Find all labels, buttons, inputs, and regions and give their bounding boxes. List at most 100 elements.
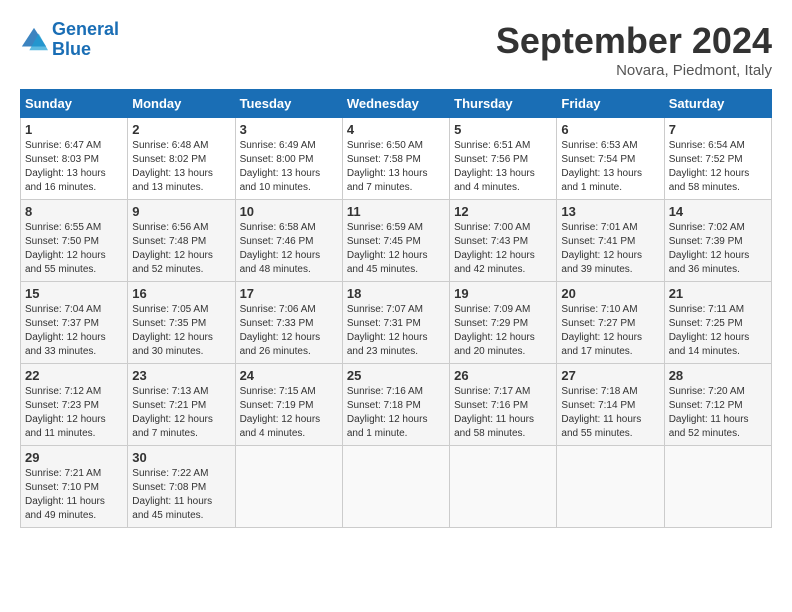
- table-row: [342, 446, 449, 528]
- day-info: Sunrise: 7:18 AMSunset: 7:14 PMDaylight:…: [561, 386, 641, 439]
- table-row: 5 Sunrise: 6:51 AMSunset: 7:56 PMDaylight…: [450, 118, 557, 200]
- calendar-week-2: 8 Sunrise: 6:55 AMSunset: 7:50 PMDaylight…: [21, 200, 772, 282]
- table-row: 22Sunrise: 7:12 AMSunset: 7:23 PMDayligh…: [21, 364, 128, 446]
- day-info: Sunrise: 7:07 AMSunset: 7:31 PMDaylight:…: [347, 304, 428, 357]
- table-row: 6 Sunrise: 6:53 AMSunset: 7:54 PMDaylight…: [557, 118, 664, 200]
- table-row: 15Sunrise: 7:04 AMSunset: 7:37 PMDayligh…: [21, 282, 128, 364]
- day-info: Sunrise: 7:09 AMSunset: 7:29 PMDaylight:…: [454, 304, 535, 357]
- table-row: 21 Sunrise: 7:11 AMSunset: 7:25 PMDayligh…: [664, 282, 771, 364]
- calendar-title: September 2024: [496, 20, 772, 62]
- table-row: [557, 446, 664, 528]
- calendar-body: 1 Sunrise: 6:47 AMSunset: 8:03 PMDaylight…: [21, 118, 772, 528]
- table-row: 30 Sunrise: 7:22 AMSunset: 7:08 PMDayligh…: [128, 446, 235, 528]
- title-area: September 2024 Novara, Piedmont, Italy: [496, 20, 772, 79]
- table-row: 3Sunrise: 6:49 AMSunset: 8:00 PMDaylight…: [235, 118, 342, 200]
- table-row: 9 Sunrise: 6:56 AMSunset: 7:48 PMDaylight…: [128, 200, 235, 282]
- table-row: [450, 446, 557, 528]
- table-row: 26 Sunrise: 7:17 AMSunset: 7:16 PMDayligh…: [450, 364, 557, 446]
- day-number: 13: [561, 204, 659, 219]
- logo-text: General Blue: [52, 20, 119, 60]
- table-row: 10 Sunrise: 6:58 AMSunset: 7:46 PMDayligh…: [235, 200, 342, 282]
- table-row: 16 Sunrise: 7:05 AMSunset: 7:35 PMDayligh…: [128, 282, 235, 364]
- day-number: 10: [240, 204, 338, 219]
- day-info: Sunrise: 6:53 AMSunset: 7:54 PMDaylight:…: [561, 140, 642, 193]
- header-tuesday: Tuesday: [235, 90, 342, 118]
- table-row: 28 Sunrise: 7:20 AMSunset: 7:12 PMDayligh…: [664, 364, 771, 446]
- table-row: 27 Sunrise: 7:18 AMSunset: 7:14 PMDayligh…: [557, 364, 664, 446]
- day-number: 28: [669, 368, 767, 383]
- day-info: Sunrise: 7:22 AMSunset: 7:08 PMDaylight:…: [132, 468, 212, 521]
- table-row: 17Sunrise: 7:06 AMSunset: 7:33 PMDayligh…: [235, 282, 342, 364]
- day-info: Sunrise: 7:02 AMSunset: 7:39 PMDaylight:…: [669, 222, 750, 275]
- day-info: Sunrise: 6:56 AMSunset: 7:48 PMDaylight:…: [132, 222, 213, 275]
- table-row: 24Sunrise: 7:15 AMSunset: 7:19 PMDayligh…: [235, 364, 342, 446]
- day-number: 25: [347, 368, 445, 383]
- calendar-table: Sunday Monday Tuesday Wednesday Thursday…: [20, 89, 772, 528]
- day-info: Sunrise: 7:00 AMSunset: 7:43 PMDaylight:…: [454, 222, 535, 275]
- day-info: Sunrise: 7:05 AMSunset: 7:35 PMDaylight:…: [132, 304, 213, 357]
- day-info: Sunrise: 6:48 AMSunset: 8:02 PMDaylight:…: [132, 140, 213, 193]
- table-row: 23 Sunrise: 7:13 AMSunset: 7:21 PMDayligh…: [128, 364, 235, 446]
- day-number: 18: [347, 286, 445, 301]
- day-number: 23: [132, 368, 230, 383]
- day-number: 29: [25, 450, 123, 465]
- day-number: 30: [132, 450, 230, 465]
- day-info: Sunrise: 7:11 AMSunset: 7:25 PMDaylight:…: [669, 304, 750, 357]
- calendar-week-3: 15Sunrise: 7:04 AMSunset: 7:37 PMDayligh…: [21, 282, 772, 364]
- calendar-week-5: 29 Sunrise: 7:21 AMSunset: 7:10 PMDayligh…: [21, 446, 772, 528]
- day-number: 19: [454, 286, 552, 301]
- day-info: Sunrise: 7:15 AMSunset: 7:19 PMDaylight:…: [240, 386, 321, 439]
- table-row: 13 Sunrise: 7:01 AMSunset: 7:41 PMDayligh…: [557, 200, 664, 282]
- day-info: Sunrise: 7:04 AMSunset: 7:37 PMDaylight:…: [25, 304, 106, 357]
- day-number: 27: [561, 368, 659, 383]
- table-row: 8 Sunrise: 6:55 AMSunset: 7:50 PMDaylight…: [21, 200, 128, 282]
- calendar-subtitle: Novara, Piedmont, Italy: [496, 62, 772, 79]
- calendar-week-4: 22Sunrise: 7:12 AMSunset: 7:23 PMDayligh…: [21, 364, 772, 446]
- day-info: Sunrise: 7:12 AMSunset: 7:23 PMDaylight:…: [25, 386, 106, 439]
- header-thursday: Thursday: [450, 90, 557, 118]
- header: General Blue September 2024 Novara, Pied…: [20, 20, 772, 79]
- day-info: Sunrise: 7:10 AMSunset: 7:27 PMDaylight:…: [561, 304, 642, 357]
- day-info: Sunrise: 6:58 AMSunset: 7:46 PMDaylight:…: [240, 222, 321, 275]
- table-row: 20Sunrise: 7:10 AMSunset: 7:27 PMDayligh…: [557, 282, 664, 364]
- day-info: Sunrise: 6:47 AMSunset: 8:03 PMDaylight:…: [25, 140, 106, 193]
- day-info: Sunrise: 7:13 AMSunset: 7:21 PMDaylight:…: [132, 386, 213, 439]
- table-row: 7 Sunrise: 6:54 AMSunset: 7:52 PMDaylight…: [664, 118, 771, 200]
- day-number: 8: [25, 204, 123, 219]
- day-number: 7: [669, 122, 767, 137]
- day-info: Sunrise: 7:21 AMSunset: 7:10 PMDaylight:…: [25, 468, 105, 521]
- day-info: Sunrise: 7:16 AMSunset: 7:18 PMDaylight:…: [347, 386, 428, 439]
- day-number: 12: [454, 204, 552, 219]
- day-info: Sunrise: 7:20 AMSunset: 7:12 PMDaylight:…: [669, 386, 749, 439]
- header-friday: Friday: [557, 90, 664, 118]
- table-row: 1 Sunrise: 6:47 AMSunset: 8:03 PMDaylight…: [21, 118, 128, 200]
- day-number: 2: [132, 122, 230, 137]
- day-number: 16: [132, 286, 230, 301]
- day-info: Sunrise: 6:51 AMSunset: 7:56 PMDaylight:…: [454, 140, 535, 193]
- day-number: 1: [25, 122, 123, 137]
- day-info: Sunrise: 6:59 AMSunset: 7:45 PMDaylight:…: [347, 222, 428, 275]
- table-row: 29 Sunrise: 7:21 AMSunset: 7:10 PMDayligh…: [21, 446, 128, 528]
- table-row: 12 Sunrise: 7:00 AMSunset: 7:43 PMDayligh…: [450, 200, 557, 282]
- day-number: 17: [240, 286, 338, 301]
- table-row: [664, 446, 771, 528]
- day-info: Sunrise: 7:01 AMSunset: 7:41 PMDaylight:…: [561, 222, 642, 275]
- day-number: 6: [561, 122, 659, 137]
- day-info: Sunrise: 7:17 AMSunset: 7:16 PMDaylight:…: [454, 386, 534, 439]
- header-sunday: Sunday: [21, 90, 128, 118]
- day-number: 21: [669, 286, 767, 301]
- header-monday: Monday: [128, 90, 235, 118]
- day-number: 11: [347, 204, 445, 219]
- header-wednesday: Wednesday: [342, 90, 449, 118]
- day-number: 5: [454, 122, 552, 137]
- day-info: Sunrise: 6:50 AMSunset: 7:58 PMDaylight:…: [347, 140, 428, 193]
- day-info: Sunrise: 6:49 AMSunset: 8:00 PMDaylight:…: [240, 140, 321, 193]
- day-number: 26: [454, 368, 552, 383]
- day-info: Sunrise: 6:55 AMSunset: 7:50 PMDaylight:…: [25, 222, 106, 275]
- day-info: Sunrise: 6:54 AMSunset: 7:52 PMDaylight:…: [669, 140, 750, 193]
- weekday-header-row: Sunday Monday Tuesday Wednesday Thursday…: [21, 90, 772, 118]
- day-number: 4: [347, 122, 445, 137]
- day-number: 14: [669, 204, 767, 219]
- header-saturday: Saturday: [664, 90, 771, 118]
- day-number: 9: [132, 204, 230, 219]
